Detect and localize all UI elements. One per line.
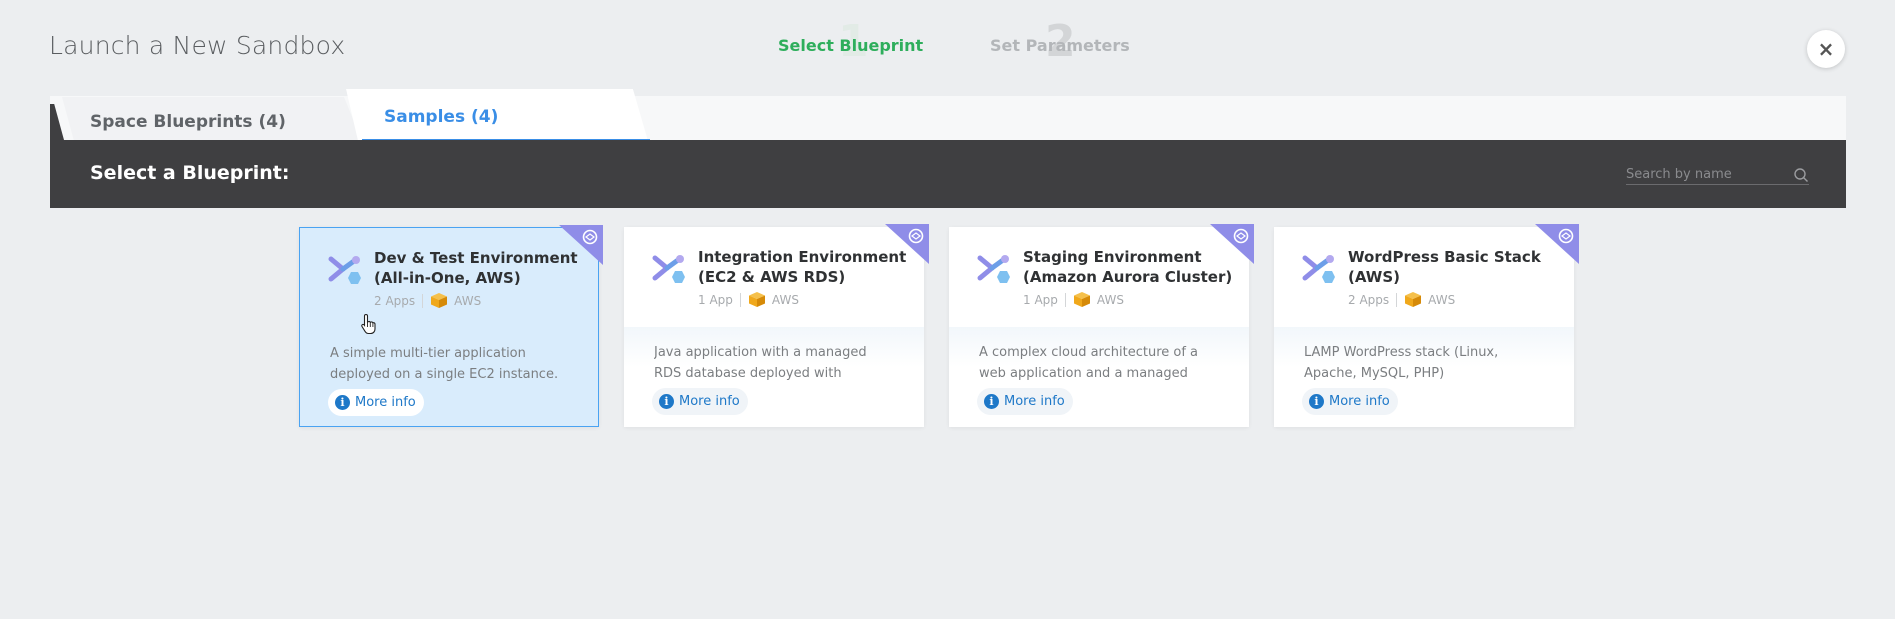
more-info-label: More info	[1004, 394, 1065, 409]
blueprint-logo-icon	[1302, 255, 1335, 283]
blueprint-card[interactable]: Integration Environment (EC2 & AWS RDS) …	[624, 224, 929, 427]
card-meta: 2 Apps AWS	[1348, 291, 1455, 308]
aws-cube-icon	[748, 292, 765, 307]
more-info-button[interactable]: i More info	[977, 388, 1073, 415]
app-count: 1 App	[698, 292, 733, 307]
divider	[1064, 292, 1066, 307]
aws-cube-icon	[1073, 292, 1090, 307]
card-title: Dev & Test Environment (All-in-One, AWS)	[374, 249, 578, 287]
info-icon: i	[659, 394, 674, 409]
provider-label: AWS	[1096, 292, 1124, 307]
app-count: 2 Apps	[1348, 292, 1390, 307]
search-icon[interactable]	[1793, 167, 1809, 183]
section-heading: Select a Blueprint:	[90, 162, 290, 184]
more-info-button[interactable]: i More info	[1302, 388, 1398, 415]
close-button[interactable]: ×	[1807, 30, 1845, 68]
blueprint-card[interactable]: Staging Environment (Amazon Aurora Clust…	[949, 224, 1254, 427]
more-info-label: More info	[1329, 394, 1390, 409]
more-info-label: More info	[679, 394, 740, 409]
blueprint-logo-icon	[328, 256, 361, 284]
blueprint-logo-icon	[977, 255, 1010, 283]
close-icon: ×	[1817, 37, 1835, 61]
blueprint-card[interactable]: Dev & Test Environment (All-in-One, AWS)…	[299, 225, 603, 427]
card-description: A complex cloud architecture of a web ap…	[979, 345, 1199, 381]
step-label: Set Parameters	[990, 36, 1130, 55]
card-meta: 2 Apps AWS	[374, 292, 481, 309]
more-info-button[interactable]: i More info	[652, 388, 748, 415]
info-icon: i	[1309, 394, 1324, 409]
card-title: Integration Environment (EC2 & AWS RDS)	[698, 248, 907, 286]
card-description: Java application with a managed RDS data…	[654, 345, 867, 381]
step-label: Select Blueprint	[778, 36, 924, 55]
card-description: A simple multi-tier application deployed…	[330, 346, 559, 382]
divider	[422, 293, 424, 308]
provider-label: AWS	[771, 292, 799, 307]
search-input[interactable]	[1626, 165, 1786, 184]
app-count: 1 App	[1023, 292, 1058, 307]
more-info-label: More info	[355, 395, 416, 410]
blueprint-logo-icon	[652, 255, 685, 283]
page-title: Launch a New Sandbox	[49, 31, 346, 60]
info-icon: i	[335, 395, 350, 410]
tab-label: Space Blueprints (4)	[90, 112, 286, 132]
card-meta: 1 App AWS	[1023, 291, 1124, 308]
hand-cursor-icon	[361, 313, 376, 335]
more-info-button[interactable]: i More info	[328, 389, 424, 416]
search-box	[1626, 165, 1809, 185]
card-title: Staging Environment (Amazon Aurora Clust…	[1023, 248, 1233, 286]
card-meta: 1 App AWS	[698, 291, 799, 308]
blueprint-header-bar: Select a Blueprint:	[50, 140, 1846, 208]
tab-label: Samples (4)	[384, 107, 499, 127]
tab-samples[interactable]: Samples (4)	[346, 89, 648, 141]
app-count: 2 Apps	[374, 293, 416, 308]
card-description: LAMP WordPress stack (Linux, Apache, MyS…	[1304, 345, 1499, 381]
provider-label: AWS	[454, 293, 482, 308]
aws-cube-icon	[1405, 292, 1422, 307]
provider-label: AWS	[1428, 292, 1456, 307]
blueprint-card[interactable]: WordPress Basic Stack (AWS) 2 Apps AWS L…	[1274, 224, 1579, 427]
info-icon: i	[984, 394, 999, 409]
card-title: WordPress Basic Stack (AWS)	[1348, 248, 1541, 286]
aws-cube-icon	[431, 293, 448, 308]
wizard-steps: 1 Select Blueprint 2 Set Parameters	[760, 16, 1180, 70]
divider	[739, 292, 741, 307]
divider	[1396, 292, 1398, 307]
